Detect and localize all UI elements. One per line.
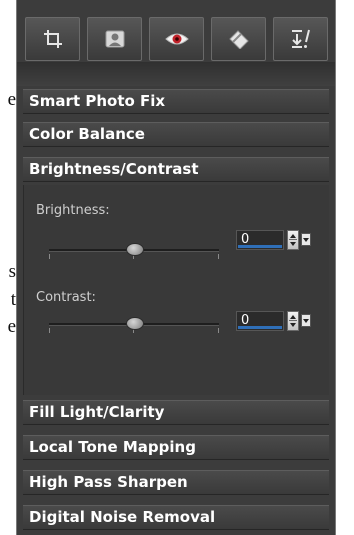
section-local-tone-mapping[interactable]: Local Tone Mapping — [23, 435, 329, 460]
tick — [218, 328, 219, 333]
section-high-pass-sharpen[interactable]: High Pass Sharpen — [23, 470, 329, 495]
contrast-value-underline — [238, 326, 282, 329]
red-eye-icon — [164, 33, 189, 45]
section-brightness-contrast[interactable]: Brightness/Contrast — [23, 157, 329, 182]
brightness-value-underline — [238, 245, 282, 248]
tick — [218, 254, 219, 259]
background-text: e — [7, 89, 16, 110]
download-menu-icon — [291, 29, 310, 48]
adjust-toolbar — [25, 12, 331, 66]
eraser-icon — [228, 30, 249, 49]
portrait-icon — [105, 30, 124, 48]
section-smart-photo-fix[interactable]: Smart Photo Fix — [23, 89, 329, 114]
brightness-dropdown-button[interactable] — [301, 233, 311, 246]
section-fill-light-clarity[interactable]: Fill Light/Clarity — [23, 400, 329, 425]
crop-button[interactable] — [25, 17, 80, 61]
brightness-spinner[interactable] — [287, 230, 299, 250]
contrast-label: Contrast: — [36, 290, 96, 305]
contrast-value-field[interactable]: 0 — [236, 311, 284, 331]
contrast-dropdown-button[interactable] — [301, 314, 311, 327]
section-color-balance[interactable]: Color Balance — [23, 122, 329, 147]
brightness-label: Brightness: — [36, 203, 110, 218]
section-digital-noise-removal[interactable]: Digital Noise Removal — [23, 505, 329, 530]
contrast-slider-thumb[interactable] — [126, 317, 144, 330]
eraser-button[interactable] — [211, 17, 266, 61]
background-text: e — [7, 316, 16, 337]
tick — [49, 328, 50, 333]
tick — [49, 254, 50, 259]
brightness-value-field[interactable]: 0 — [236, 230, 284, 250]
portrait-button[interactable] — [87, 17, 142, 61]
background-text: s — [8, 261, 16, 282]
download-menu-button[interactable] — [273, 17, 328, 61]
contrast-spinner[interactable] — [287, 311, 299, 331]
adjust-panel: Smart Photo Fix Color Balance Brightness… — [16, 0, 336, 535]
crop-icon — [43, 30, 62, 48]
brightness-slider-thumb[interactable] — [126, 243, 144, 256]
brightness-contrast-panel: Brightness: 0 Contrast: 0 — [23, 185, 329, 395]
red-eye-button[interactable] — [149, 17, 204, 61]
